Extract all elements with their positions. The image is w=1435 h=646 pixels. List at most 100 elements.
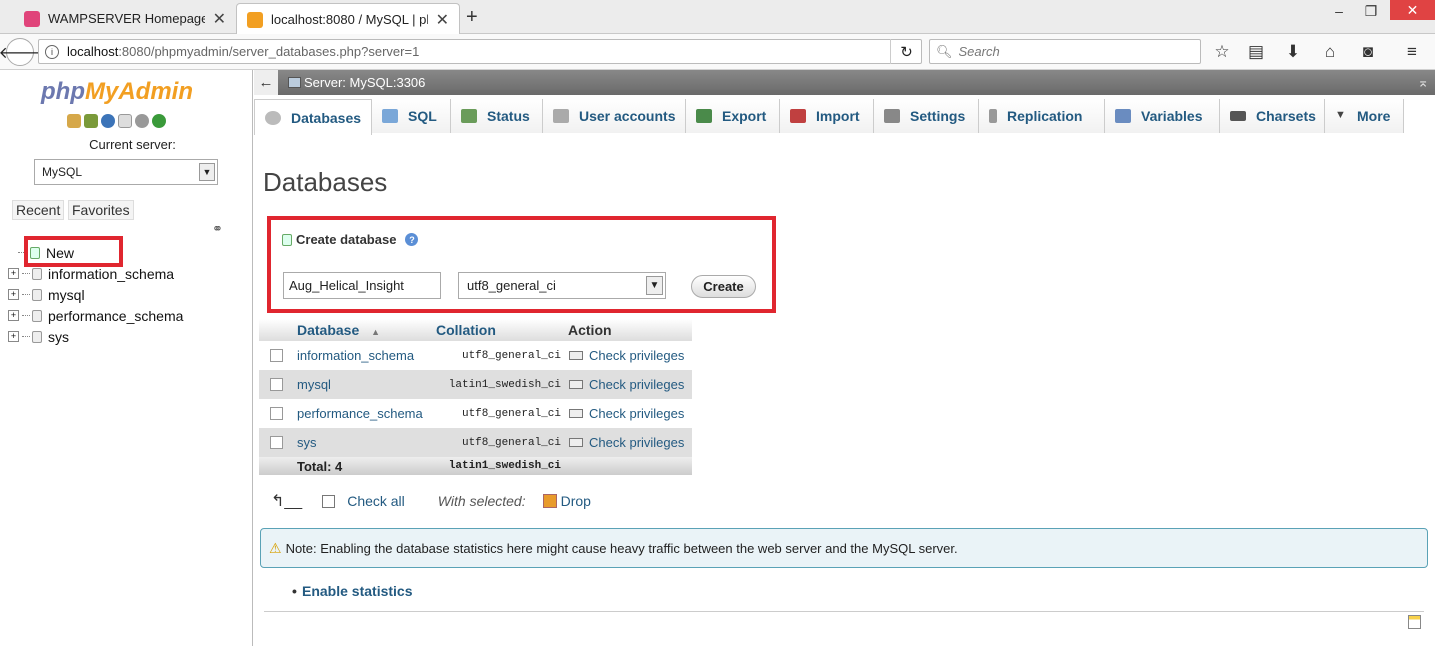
help-icon[interactable] [101, 114, 115, 128]
back-button[interactable]: 🡐 [0, 38, 41, 66]
close-icon[interactable]: ✕ [436, 10, 449, 30]
url-host: localhost [67, 44, 119, 59]
tab-databases[interactable]: Databases [254, 99, 372, 135]
maximize-button[interactable]: ❐ [1352, 0, 1390, 22]
tree-item-performance-schema[interactable]: + performance_schema [8, 305, 183, 326]
main-panel: ← Server: MySQL:3306 ⌅ Databases SQL Sta… [254, 70, 1435, 646]
tab-settings[interactable]: Settings [874, 99, 979, 133]
home-icon[interactable]: ⌂ [1317, 40, 1343, 64]
reload-icon[interactable] [152, 114, 166, 128]
tab-export[interactable]: Export [686, 99, 780, 133]
database-name-link[interactable]: performance_schema [297, 406, 423, 421]
server-breadcrumb-label[interactable]: Server: MySQL:3306 [304, 75, 425, 90]
scroll-top-icon[interactable]: ⌅ [1417, 74, 1429, 91]
replication-icon [989, 109, 997, 123]
tab-label: Status [487, 108, 530, 124]
row-checkbox[interactable] [270, 436, 283, 449]
tree-item-sys[interactable]: + sys [8, 326, 183, 347]
database-name-link[interactable]: information_schema [297, 348, 414, 363]
download-icon[interactable]: ⬇ [1280, 40, 1306, 64]
favorites-tab[interactable]: Favorites [68, 200, 134, 220]
expand-icon[interactable]: + [8, 331, 19, 342]
recent-tab[interactable]: Recent [12, 200, 65, 220]
pocket-icon[interactable]: ◙ [1355, 40, 1381, 64]
expand-icon[interactable]: + [8, 310, 19, 321]
check-privileges-link[interactable]: Check privileges [569, 377, 684, 392]
link-icon[interactable]: ⚭ [212, 221, 223, 237]
console-icon[interactable] [1408, 615, 1421, 629]
check-all-label[interactable]: Check all [347, 493, 405, 509]
row-checkbox[interactable] [270, 407, 283, 420]
export-icon [696, 109, 712, 123]
browser-tab-strip: WAMPSERVER Homepage ✕ localhost:8080 / M… [0, 0, 1435, 35]
check-all-checkbox[interactable] [322, 494, 336, 508]
create-database-form: Create database ? utf8_general_ci ▼ Crea… [267, 216, 776, 313]
browser-tab-phpmyadmin[interactable]: localhost:8080 / MySQL | ph ✕ [236, 3, 460, 35]
info-icon[interactable]: i [45, 44, 59, 59]
row-checkbox[interactable] [270, 349, 283, 362]
privileges-icon [569, 380, 583, 389]
reload-button[interactable]: ↻ [890, 39, 922, 64]
check-privileges-link[interactable]: Check privileges [569, 406, 684, 421]
database-name-input[interactable] [283, 272, 441, 299]
tab-charsets[interactable]: Charsets [1220, 99, 1325, 133]
status-icon [461, 109, 477, 123]
collation-select[interactable]: utf8_general_ci ▼ [458, 272, 666, 299]
wampserver-favicon-icon [24, 10, 40, 27]
tab-import[interactable]: Import [780, 99, 874, 133]
collapse-navigation-button[interactable]: ← [254, 70, 278, 95]
enable-statistics-link[interactable]: • Enable statistics [292, 583, 413, 599]
expand-icon[interactable]: + [8, 289, 19, 300]
row-checkbox[interactable] [270, 378, 283, 391]
tree-connector [22, 315, 30, 316]
database-name-link[interactable]: mysql [297, 377, 331, 392]
url-bar[interactable]: i localhost:8080/phpmyadmin/server_datab… [38, 39, 922, 64]
close-icon[interactable]: ✕ [213, 9, 226, 29]
action-label: Check privileges [589, 348, 685, 363]
database-name-link[interactable]: sys [297, 435, 317, 450]
tab-status[interactable]: Status [451, 99, 543, 133]
browser-tab-wampserver[interactable]: WAMPSERVER Homepage ✕ [14, 3, 236, 34]
tab-label: SQL [408, 108, 437, 124]
tab-variables[interactable]: Variables [1105, 99, 1220, 133]
column-header-collation[interactable]: Collation [436, 322, 496, 338]
table-row: performance_schema utf8_general_ci Check… [259, 399, 692, 428]
check-privileges-link[interactable]: Check privileges [569, 435, 684, 450]
collation-value: latin1_swedish_ci [448, 378, 561, 391]
reading-list-icon[interactable]: ▤ [1243, 40, 1269, 64]
docs-icon[interactable] [118, 114, 132, 128]
databases-table: Database ▲ Collation Action information_… [259, 319, 692, 475]
logo-text-myadmin: MyAdmin [84, 78, 193, 105]
phpmyadmin-logo[interactable]: phpMyAdmin [41, 78, 193, 106]
tab-label: Export [722, 108, 767, 124]
check-privileges-link[interactable]: Check privileges [569, 348, 684, 363]
sort-asc-icon: ▲ [371, 327, 381, 337]
create-button[interactable]: Create [691, 275, 756, 298]
drop-button[interactable]: Drop [561, 493, 591, 509]
column-header-database[interactable]: Database ▲ [297, 322, 380, 338]
table-row: information_schema utf8_general_ci Check… [259, 341, 692, 370]
import-icon [790, 109, 806, 123]
tab-more[interactable]: ▼ More [1325, 99, 1404, 133]
new-tab-button[interactable]: + [466, 6, 478, 29]
gear-icon[interactable] [135, 114, 149, 128]
table-row: sys utf8_general_ci Check privileges [259, 428, 692, 457]
charsets-icon [1230, 111, 1246, 121]
current-server-label: Current server: [89, 137, 176, 152]
tab-user-accounts[interactable]: User accounts [543, 99, 686, 133]
database-icon [32, 288, 42, 301]
tab-sql[interactable]: SQL [372, 99, 451, 133]
bookmark-star-icon[interactable]: ☆ [1209, 40, 1235, 64]
logout-icon[interactable] [84, 114, 98, 128]
search-input[interactable]: 🔍︎ Search [929, 39, 1201, 64]
help-icon[interactable]: ? [405, 233, 419, 246]
home-icon[interactable] [67, 114, 81, 128]
collation-value: utf8_general_ci [461, 407, 561, 420]
expand-icon[interactable]: + [8, 268, 19, 279]
database-icon [32, 330, 42, 343]
tree-item-mysql[interactable]: + mysql [8, 284, 183, 305]
tab-replication[interactable]: Replication [979, 99, 1105, 133]
menu-icon[interactable]: ≡ [1399, 40, 1425, 64]
window-close-button[interactable]: ✕ [1390, 0, 1435, 20]
server-select[interactable]: MySQL ▼ [34, 159, 218, 185]
